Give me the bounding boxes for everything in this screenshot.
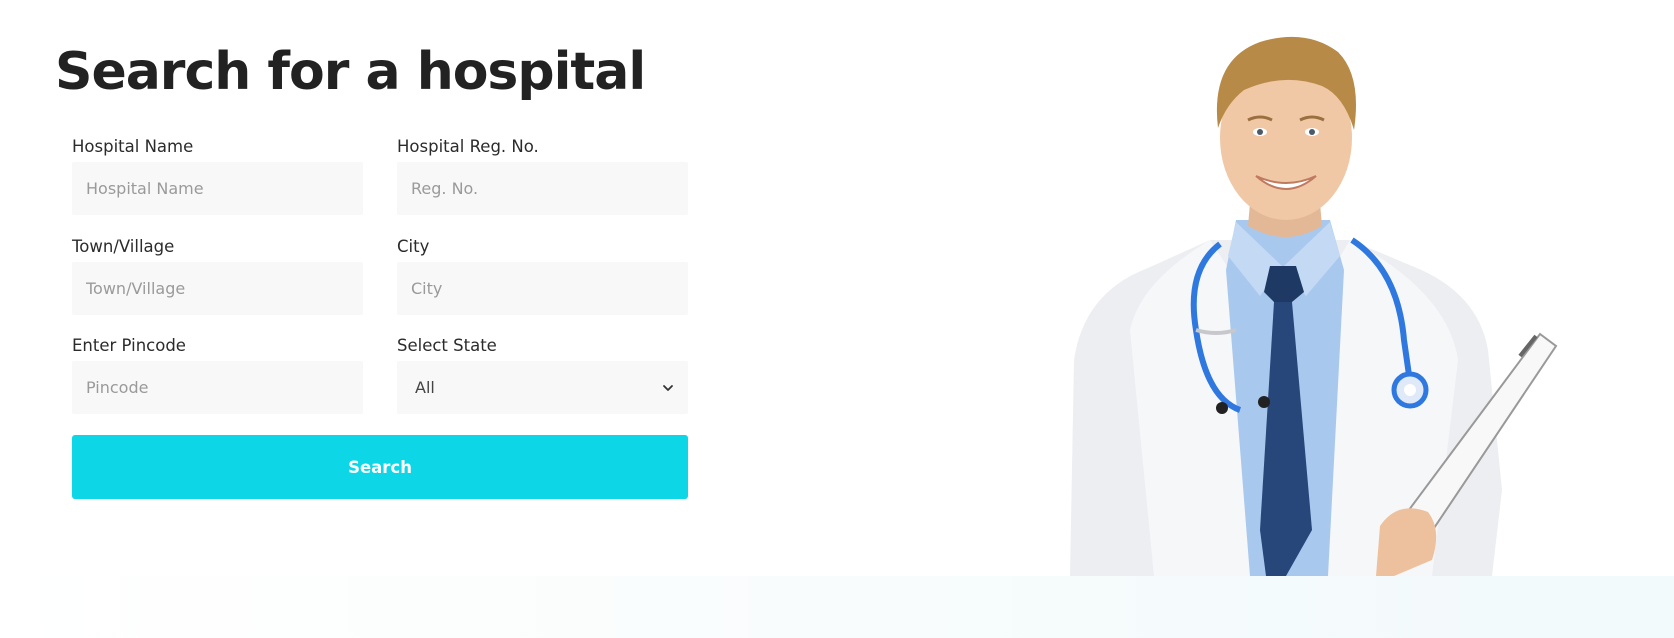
town-input[interactable] — [72, 262, 363, 315]
hospital-name-group: Hospital Name — [72, 132, 363, 215]
doctor-illustration-icon — [1070, 36, 1558, 576]
state-select[interactable]: All — [397, 361, 688, 414]
page-title: Search for a hospital — [55, 42, 646, 102]
search-button[interactable]: Search — [72, 435, 688, 499]
pincode-group: Enter Pincode — [72, 331, 363, 414]
hospital-name-input[interactable] — [72, 162, 363, 215]
reg-no-group: Hospital Reg. No. — [397, 132, 688, 215]
state-group: Select State All — [397, 331, 688, 414]
pincode-input[interactable] — [72, 361, 363, 414]
town-label: Town/Village — [72, 237, 175, 256]
town-group: Town/Village — [72, 232, 363, 315]
reg-no-label: Hospital Reg. No. — [397, 137, 539, 156]
state-select-value: All — [415, 378, 435, 397]
pincode-label: Enter Pincode — [72, 336, 186, 355]
chevron-down-icon — [663, 384, 673, 391]
bottom-band — [0, 576, 1674, 638]
hospital-name-label: Hospital Name — [72, 137, 194, 156]
city-input[interactable] — [397, 262, 688, 315]
city-label: City — [397, 237, 430, 256]
city-group: City — [397, 232, 688, 315]
reg-no-input[interactable] — [397, 162, 688, 215]
state-label: Select State — [397, 336, 497, 355]
